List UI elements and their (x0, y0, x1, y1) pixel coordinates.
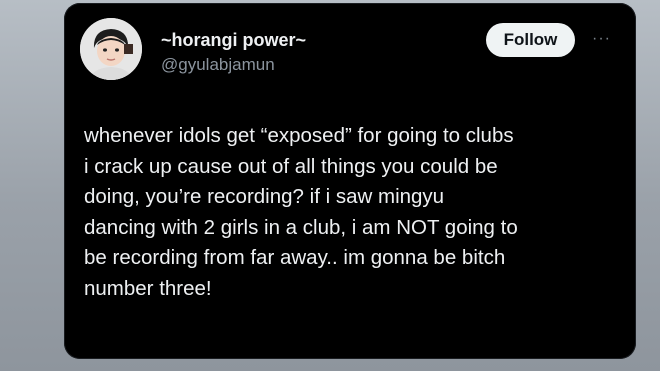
author-handle[interactable]: @gyulabjamun (161, 55, 275, 75)
author-display-name[interactable]: ~horangi power~ (161, 30, 306, 51)
tweet-text-line: doing, you’re recording? if i saw mingyu (84, 185, 445, 209)
avatar-image (80, 18, 142, 80)
tweet-text-line: i crack up cause out of all things you c… (84, 154, 498, 178)
tweet-text-line: dancing with 2 girls in a club, i am NOT… (84, 215, 518, 239)
avatar[interactable] (80, 18, 142, 80)
follow-button[interactable]: Follow (486, 23, 575, 57)
tweet-text-line: number three! (84, 276, 212, 300)
tweet-text-line: whenever idols get “exposed” for going t… (84, 124, 514, 147)
more-horizontal-icon[interactable]: ··· (592, 31, 616, 47)
tweet-text: whenever idols get “exposed” for going t… (84, 121, 624, 305)
tweet-text-line: be recording from far away.. im gonna be… (84, 246, 506, 270)
